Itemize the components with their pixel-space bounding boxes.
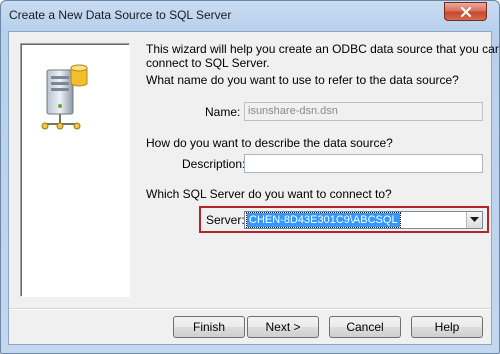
button-divider (9, 308, 491, 310)
help-button[interactable]: Help (411, 316, 483, 338)
next-button[interactable]: Next > (247, 316, 319, 338)
window-title: Create a New Data Source to SQL Server (9, 8, 232, 22)
server-label: Server: (206, 213, 245, 227)
description-question: How do you want to describe the data sou… (146, 136, 393, 150)
name-field[interactable]: isunshare-dsn.dsn (244, 102, 483, 121)
chevron-down-icon (470, 217, 479, 222)
wizard-art-panel (20, 43, 130, 297)
intro-text-line2: connect to SQL Server. (146, 56, 270, 70)
cancel-button[interactable]: Cancel (329, 316, 401, 338)
server-select-value: CHEN-8D43E301C9\ABCSQL (246, 212, 401, 228)
name-label: Name: (205, 105, 241, 119)
close-icon (460, 7, 472, 17)
intro-text-line1: This wizard will help you create an ODBC… (146, 42, 500, 56)
server-database-icon (41, 64, 88, 130)
server-select-dropdown-button[interactable] (466, 212, 482, 228)
description-field[interactable] (244, 154, 483, 173)
close-button[interactable] (444, 2, 487, 21)
dialog-body: This wizard will help you create an ODBC… (8, 31, 499, 345)
name-question: What name do you want to use to refer to… (146, 73, 459, 87)
server-select[interactable]: CHEN-8D43E301C9\ABCSQL (244, 211, 483, 229)
server-question: Which SQL Server do you want to connect … (146, 187, 392, 201)
title-bar[interactable]: Create a New Data Source to SQL Server (1, 1, 499, 31)
finish-button[interactable]: Finish (173, 316, 245, 338)
description-label: Description: (182, 157, 246, 171)
dialog-window: Create a New Data Source to SQL Server T… (0, 0, 500, 354)
